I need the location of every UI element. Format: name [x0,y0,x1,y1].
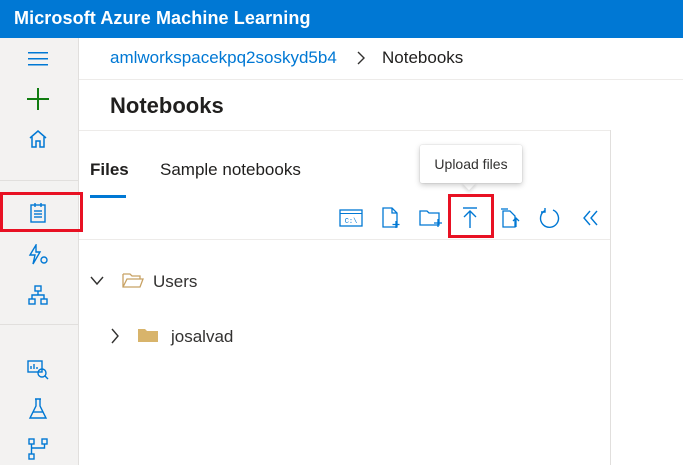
toolbar-divider [79,239,610,240]
breadcrumb-divider [79,79,683,80]
refresh-icon [539,208,560,228]
chevron-right-icon [111,328,119,344]
tree-item-users[interactable]: Users [90,270,290,294]
folder-icon [138,329,158,342]
pipeline-icon [28,438,48,460]
new-folder-icon [419,210,442,227]
pipelines-button[interactable] [18,432,58,466]
chevron-right-icon [356,50,366,70]
nav-divider [0,180,78,181]
hamburger-icon [28,52,48,66]
tab-sample-notebooks[interactable]: Sample notebooks [160,160,301,180]
flask-icon [28,398,48,419]
upload-files-tooltip: Upload files [420,145,522,183]
terminal-label: C:\ [345,218,358,226]
page-title: Notebooks [110,93,224,118]
open-folder-icon [122,273,144,288]
app-header: Microsoft Azure Machine Learning [0,0,683,38]
breadcrumb: amlworkspacekpq2soskyd5b4 Notebooks [110,48,463,68]
panel-border [610,130,611,465]
tree-item-label: Users [153,272,198,291]
automated-ml-button[interactable] [18,238,58,272]
chevron-down-icon [90,276,104,286]
tree-item-josalvad[interactable]: josalvad [108,325,308,349]
tree-item-label: josalvad [171,327,234,346]
create-new-folder-button[interactable] [416,203,446,233]
upload-folder-button[interactable] [496,203,526,233]
active-tab-indicator [90,195,126,198]
upload-highlight-box [448,194,494,238]
open-terminal-button[interactable]: C:\ [336,203,366,233]
app-title: Microsoft Azure Machine Learning [14,8,311,28]
notebooks-highlight-box [0,192,83,232]
title-divider [79,130,610,131]
hamburger-menu-button[interactable] [18,42,58,76]
hierarchy-icon [28,285,48,305]
plus-icon [27,88,49,110]
designer-button[interactable] [18,278,58,312]
tab-files[interactable]: Files [90,160,129,180]
data-search-icon [27,360,49,380]
create-new-file-button[interactable] [376,203,406,233]
home-icon [29,130,47,148]
datasets-button[interactable] [18,352,58,386]
home-button[interactable] [18,122,58,156]
refresh-button[interactable] [535,203,565,233]
new-file-icon [382,207,400,228]
experiments-button[interactable] [18,392,58,426]
collapse-icon [583,210,598,226]
left-nav [0,38,79,465]
nav-divider [0,324,78,325]
collapse-panel-button[interactable] [576,203,606,233]
create-new-button[interactable] [18,82,58,116]
breadcrumb-workspace-link[interactable]: amlworkspacekpq2soskyd5b4 [110,48,337,67]
upload-folder-icon [501,208,520,228]
lightning-gear-icon [28,244,48,265]
breadcrumb-current: Notebooks [382,48,464,67]
terminal-icon: C:\ [339,209,363,227]
